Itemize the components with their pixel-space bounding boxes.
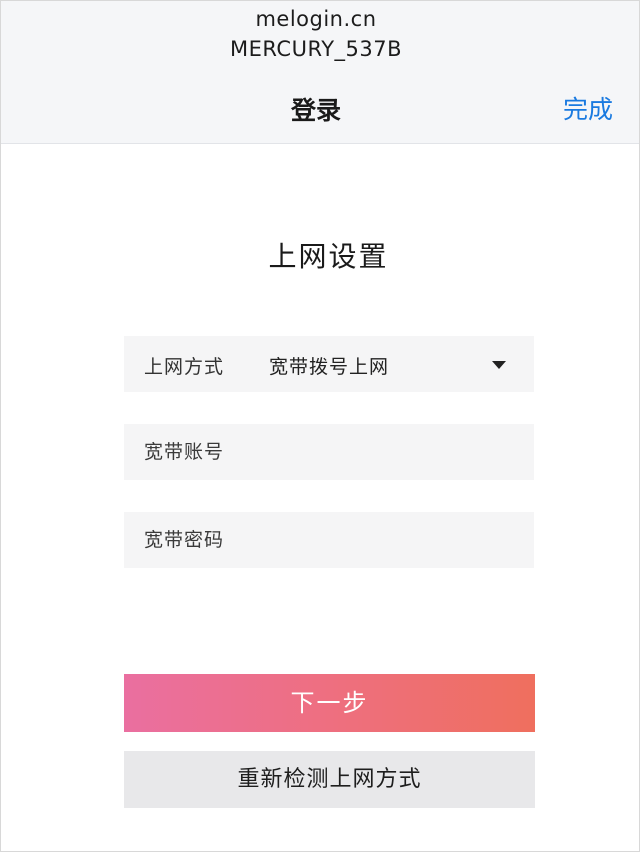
page-title: 登录 bbox=[290, 96, 341, 125]
section-title: 上网设置 bbox=[268, 240, 389, 273]
network-name: MERCURY_537B bbox=[229, 37, 403, 61]
connection-method-label: 上网方式 bbox=[144, 356, 225, 378]
top-bar: melogin.cn MERCURY_537B 登录 完成 bbox=[1, 1, 639, 144]
broadband-password-field bbox=[124, 512, 534, 568]
redetect-method-button[interactable]: 重新检测上网方式 bbox=[124, 751, 535, 808]
app-frame: melogin.cn MERCURY_537B 登录 完成 上网设置 上网方式 … bbox=[0, 0, 640, 852]
done-button[interactable]: 完成 bbox=[563, 90, 613, 126]
broadband-account-field bbox=[124, 424, 534, 480]
next-step-button[interactable]: 下一步 bbox=[124, 674, 535, 732]
caret-down-icon bbox=[492, 361, 506, 369]
broadband-account-input[interactable] bbox=[124, 424, 534, 480]
connection-method-value: 宽带拨号上网 bbox=[269, 356, 390, 378]
broadband-password-input[interactable] bbox=[124, 512, 534, 568]
host-address: melogin.cn bbox=[255, 7, 377, 31]
connection-method-select[interactable]: 上网方式 宽带拨号上网 bbox=[124, 336, 534, 392]
